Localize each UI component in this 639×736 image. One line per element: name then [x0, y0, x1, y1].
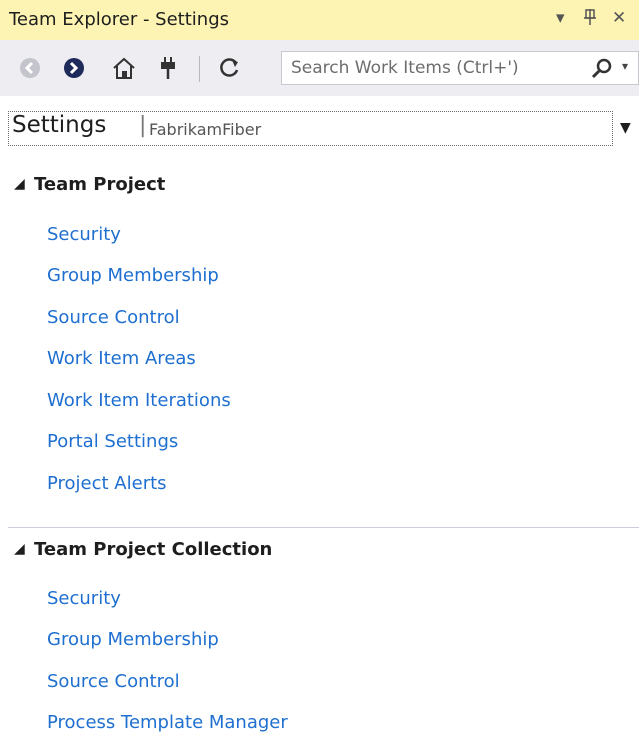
search-placeholder: Search Work Items (Ctrl+') — [291, 58, 519, 78]
link-source-control[interactable]: Source Control — [47, 307, 180, 328]
section-title: Team Project — [34, 173, 166, 195]
collapse-triangle-icon[interactable]: ◢ — [14, 176, 34, 192]
back-icon[interactable] — [16, 54, 44, 82]
section-team-project-collection-header[interactable]: ◢ Team Project Collection — [14, 535, 272, 563]
link-group-membership[interactable]: Group Membership — [47, 265, 219, 286]
connect-icon[interactable] — [154, 54, 182, 82]
search-icon[interactable] — [589, 57, 615, 79]
forward-icon[interactable] — [60, 54, 88, 82]
link-security[interactable]: Security — [47, 224, 121, 245]
title-separator: | — [139, 113, 147, 138]
link-collection-security[interactable]: Security — [47, 588, 121, 609]
window-title: Team Explorer - Settings — [9, 9, 230, 30]
link-collection-group-membership[interactable]: Group Membership — [47, 629, 219, 650]
page-selector[interactable]: Settings | FabrikamFiber — [8, 111, 613, 146]
page-selector-dropdown-icon[interactable]: ▼ — [620, 120, 631, 136]
toolbar: Search Work Items (Ctrl+') ▾ — [0, 40, 639, 96]
search-options-dropdown-icon[interactable]: ▾ — [622, 59, 628, 73]
project-name: FabrikamFiber — [149, 120, 262, 139]
home-icon[interactable] — [110, 54, 138, 82]
link-portal-settings[interactable]: Portal Settings — [47, 431, 178, 452]
search-work-items-input[interactable]: Search Work Items (Ctrl+') ▾ — [281, 51, 639, 85]
section-team-project-header[interactable]: ◢ Team Project — [14, 170, 165, 198]
link-process-template-manager[interactable]: Process Template Manager — [47, 712, 288, 733]
title-bar: Team Explorer - Settings ▾ ✕ — [0, 0, 639, 40]
page-context-header: Settings | FabrikamFiber ▼ — [0, 96, 639, 154]
link-collection-source-control[interactable]: Source Control — [47, 671, 180, 692]
close-icon[interactable]: ✕ — [612, 8, 626, 28]
link-project-alerts[interactable]: Project Alerts — [47, 473, 167, 494]
toolbar-separator — [199, 56, 200, 82]
section-title: Team Project Collection — [34, 538, 273, 560]
refresh-icon[interactable] — [216, 54, 244, 82]
link-work-item-iterations[interactable]: Work Item Iterations — [47, 390, 231, 411]
window-menu-dropdown-icon[interactable]: ▾ — [556, 8, 565, 28]
collapse-triangle-icon[interactable]: ◢ — [14, 541, 34, 557]
page-title: Settings — [12, 112, 107, 138]
pin-icon[interactable] — [583, 8, 597, 31]
link-work-item-areas[interactable]: Work Item Areas — [47, 348, 196, 369]
section-divider — [8, 527, 639, 528]
